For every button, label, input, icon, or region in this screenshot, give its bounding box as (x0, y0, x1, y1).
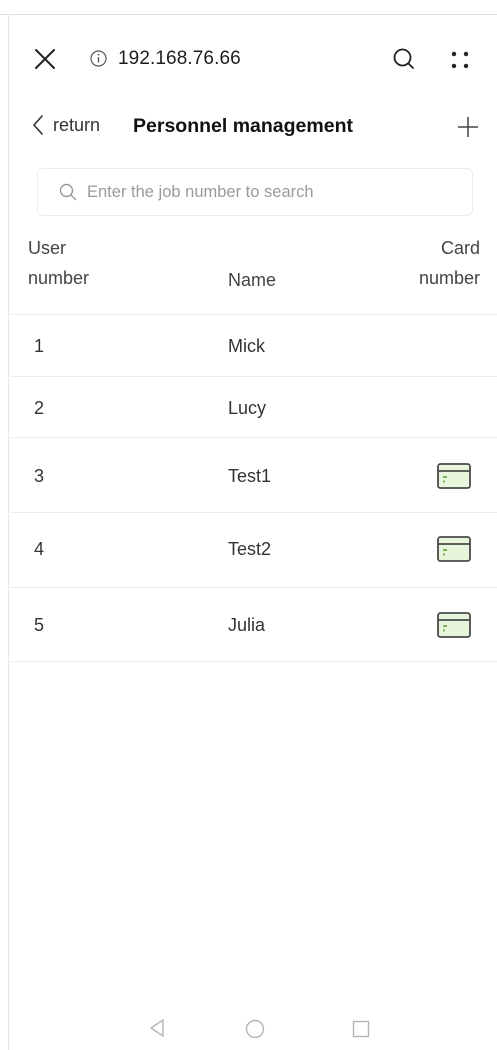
url-text[interactable]: 192.168.76.66 (118, 48, 241, 70)
table-row[interactable]: 1 Mick (10, 314, 497, 376)
search-input[interactable] (87, 182, 447, 202)
column-header-card-number: Card number (419, 233, 480, 293)
system-nav-bar (0, 1005, 497, 1050)
back-button[interactable]: return (32, 114, 100, 136)
card-icon[interactable] (436, 535, 472, 563)
card-icon[interactable] (436, 611, 472, 639)
user-name: Test1 (228, 466, 272, 486)
column-header-card-number-line1: Card (440, 238, 480, 258)
user-number: 5 (34, 615, 45, 635)
nav-recent-apps-icon[interactable] (352, 1020, 370, 1038)
page-title: Personnel management (133, 115, 353, 137)
plus-icon[interactable] (456, 115, 480, 139)
search-icon[interactable] (392, 47, 416, 71)
app-screen: 192.168.76.66 return Personnel managemen… (0, 0, 497, 1050)
table-row[interactable]: 2 Lucy (10, 376, 497, 437)
table-row[interactable]: 5 Julia (10, 587, 497, 662)
user-name: Lucy (228, 398, 267, 418)
personnel-list: 1 Mick 2 Lucy 3 Test1 4 Test2 5 Julia (10, 314, 497, 662)
user-name: Julia (228, 615, 266, 635)
user-number: 1 (34, 336, 45, 356)
screen-top-edge (0, 14, 497, 15)
nav-home-icon[interactable] (245, 1019, 265, 1039)
table-row[interactable]: 4 Test2 (10, 512, 497, 587)
chevron-left-icon (33, 115, 43, 135)
nav-back-icon[interactable] (148, 1018, 166, 1038)
column-header-user-number-line1: User (28, 238, 67, 258)
column-header-user-number: User number (28, 233, 89, 293)
close-icon[interactable] (34, 48, 56, 70)
user-number: 2 (34, 398, 45, 418)
page-header: return Personnel management (0, 108, 497, 148)
info-icon (90, 50, 107, 67)
column-header-user-number-line2: number (28, 268, 90, 288)
column-header-card-number-line2: number (418, 268, 480, 288)
user-number: 3 (34, 466, 45, 486)
screen-left-edge (8, 14, 9, 1050)
table-row[interactable]: 3 Test1 (10, 437, 497, 512)
search-box[interactable] (37, 168, 473, 216)
user-name: Test2 (228, 539, 272, 559)
column-header-name: Name (228, 270, 277, 290)
search-field-icon (59, 183, 77, 201)
card-icon[interactable] (436, 462, 472, 490)
back-label: return (53, 114, 101, 135)
more-icon[interactable] (450, 50, 470, 70)
user-number: 4 (34, 539, 45, 559)
browser-bar: 192.168.76.66 (0, 38, 497, 82)
user-name: Mick (228, 336, 265, 356)
